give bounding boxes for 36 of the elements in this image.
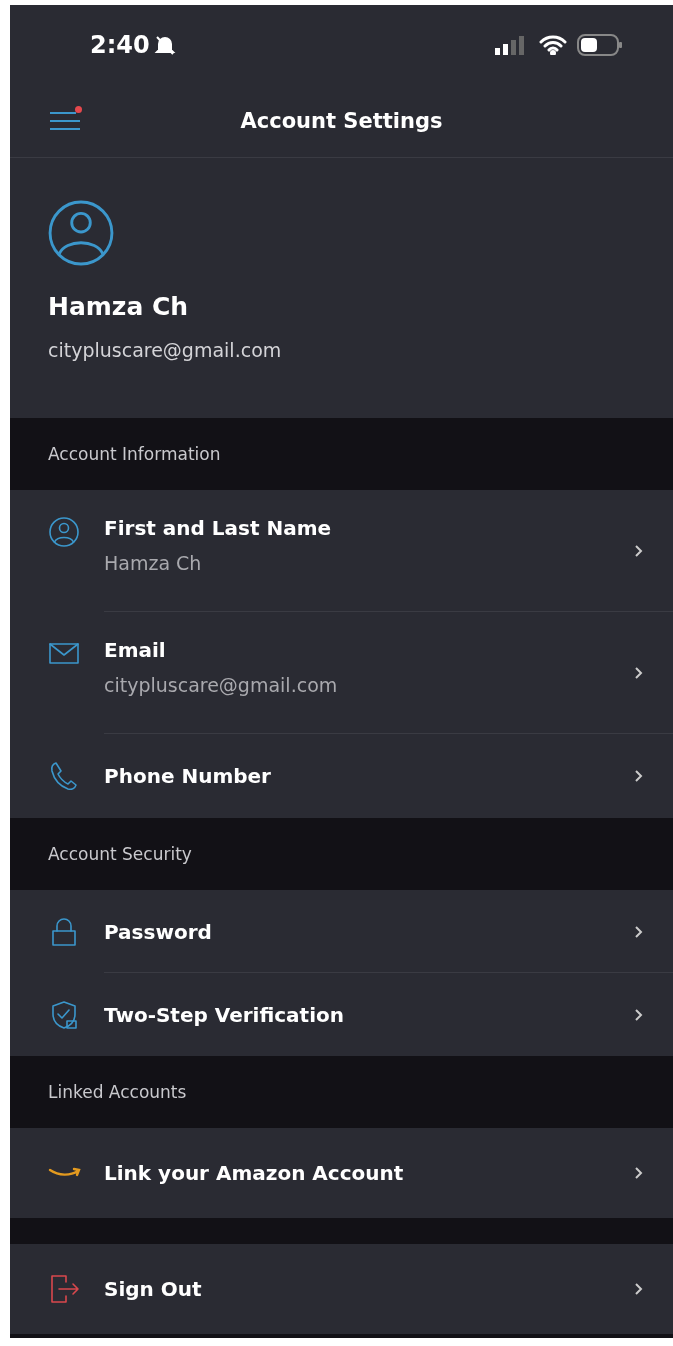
page-title: Account Settings bbox=[240, 109, 443, 133]
battery-icon bbox=[577, 34, 623, 56]
profile-name: Hamza Ch bbox=[48, 292, 190, 321]
row-value: Hamza Ch bbox=[104, 552, 203, 574]
sign-out-icon bbox=[48, 1273, 80, 1305]
profile-email: citypluscare@gmail.com bbox=[48, 339, 283, 361]
chevron-icon bbox=[633, 924, 643, 939]
row-label: Link your Amazon Account bbox=[104, 1161, 405, 1185]
person-icon bbox=[48, 516, 80, 548]
settings-row[interactable]: Password bbox=[10, 890, 673, 973]
section-title: Linked Accounts bbox=[48, 1082, 187, 1102]
chevron-icon bbox=[633, 769, 643, 783]
settings-row[interactable]: Sign Out bbox=[10, 1244, 673, 1334]
settings-row[interactable]: Email citypluscare@gmail.com bbox=[10, 612, 673, 734]
row-label: First and Last Name bbox=[104, 516, 333, 540]
row-label: Email bbox=[104, 638, 167, 662]
chevron-icon bbox=[633, 1282, 643, 1296]
chevron-icon bbox=[633, 1007, 643, 1022]
row-label: Phone Number bbox=[104, 764, 272, 788]
settings-row[interactable]: Phone Number bbox=[10, 734, 673, 818]
avatar-icon bbox=[48, 200, 114, 266]
section-title: Account Security bbox=[48, 844, 192, 864]
settings-row[interactable]: Two-Step Verification bbox=[10, 973, 673, 1056]
row-label: Sign Out bbox=[104, 1277, 203, 1301]
chevron-icon bbox=[633, 666, 643, 680]
chevron-icon bbox=[633, 544, 643, 558]
status-time: 2:40 bbox=[90, 31, 150, 59]
section-title: Account Information bbox=[48, 444, 221, 464]
phone-icon bbox=[48, 760, 80, 792]
row-label: Password bbox=[104, 919, 213, 944]
settings-row[interactable]: First and Last Name Hamza Ch bbox=[10, 490, 673, 612]
chevron-icon bbox=[633, 1166, 643, 1180]
row-value: citypluscare@gmail.com bbox=[104, 674, 339, 696]
row-label: Two-Step Verification bbox=[104, 1002, 345, 1027]
wifi-icon bbox=[539, 35, 567, 55]
settings-row[interactable]: Link your Amazon Account bbox=[10, 1128, 673, 1218]
